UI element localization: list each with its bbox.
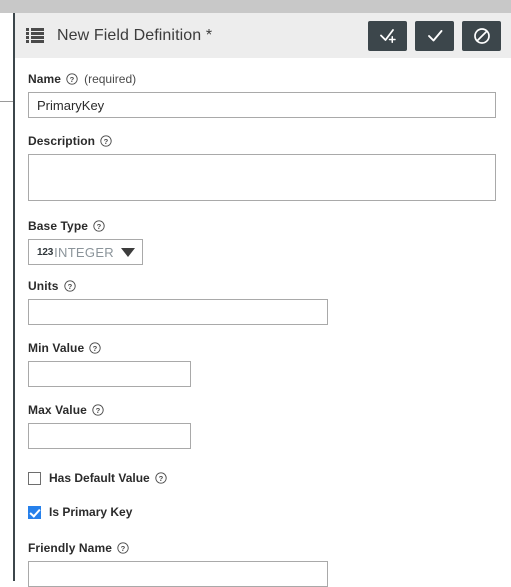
- check-icon: [425, 27, 445, 45]
- base-type-select[interactable]: 123 INTEGER: [28, 239, 143, 265]
- is-primary-key-label[interactable]: Is Primary Key: [49, 505, 132, 519]
- field-units-label-text: Units: [28, 279, 59, 293]
- field-min-value-label-text: Min Value: [28, 341, 85, 355]
- name-input[interactable]: [28, 92, 496, 118]
- question-circle-icon[interactable]: ?: [155, 472, 167, 484]
- field-name-label-text: Name: [28, 72, 62, 86]
- svg-text:?: ?: [70, 75, 75, 84]
- list-icon: [26, 27, 44, 44]
- field-friendly-name-label: Friendly Name ?: [28, 541, 511, 555]
- has-default-value-label[interactable]: Has Default Value ?: [49, 471, 167, 485]
- left-rail: [0, 13, 13, 581]
- field-name: Name ? (required): [28, 72, 511, 118]
- header-actions: [368, 20, 503, 51]
- is-primary-key-row[interactable]: Is Primary Key: [28, 503, 511, 521]
- has-default-value-label-text: Has Default Value: [49, 471, 150, 485]
- question-circle-icon[interactable]: ?: [89, 342, 101, 354]
- field-base-type-label: Base Type ?: [28, 219, 511, 233]
- svg-text:?: ?: [96, 406, 101, 415]
- base-type-numeric-badge: 123: [37, 246, 54, 258]
- field-base-type-label-text: Base Type: [28, 219, 89, 233]
- check-plus-icon: [378, 27, 398, 45]
- has-default-value-row[interactable]: Has Default Value ?: [28, 469, 511, 487]
- question-circle-icon[interactable]: ?: [63, 280, 76, 292]
- save-and-add-button[interactable]: [368, 20, 407, 51]
- question-circle-icon[interactable]: ?: [100, 135, 112, 147]
- question-circle-icon[interactable]: ?: [66, 73, 78, 85]
- field-definition-form: Name ? (required) Description ?: [15, 58, 511, 587]
- friendly-name-input[interactable]: [28, 561, 328, 587]
- page-title: New Field Definition *: [57, 26, 213, 44]
- svg-text:?: ?: [121, 544, 126, 553]
- field-description-label-text: Description: [28, 134, 96, 148]
- question-circle-icon[interactable]: ?: [92, 404, 104, 416]
- question-circle-icon[interactable]: ?: [93, 220, 105, 232]
- max-value-input[interactable]: [28, 423, 191, 449]
- field-name-label: Name ? (required): [28, 72, 511, 86]
- svg-text:?: ?: [93, 344, 98, 353]
- field-friendly-name-label-text: Friendly Name: [28, 541, 112, 555]
- svg-text:?: ?: [104, 137, 109, 146]
- panel-header: New Field Definition *: [15, 13, 511, 58]
- save-button[interactable]: [415, 20, 454, 51]
- new-field-definition-panel: New Field Definition * Name ? (required)…: [15, 13, 511, 587]
- field-min-value: Min Value ?: [28, 341, 511, 387]
- field-name-required-note: (required): [84, 72, 137, 86]
- field-base-type: Base Type ? 123 INTEGER: [28, 219, 511, 265]
- rail-divider: [0, 101, 13, 102]
- svg-text:?: ?: [158, 474, 163, 483]
- cancel-button[interactable]: [462, 20, 501, 51]
- field-units-label: Units ?: [28, 279, 511, 293]
- block-icon: [472, 26, 492, 46]
- field-description: Description ?: [28, 134, 511, 201]
- field-max-value-label: Max Value ?: [28, 403, 511, 417]
- has-default-value-checkbox[interactable]: [28, 471, 41, 485]
- window-top-strip: [0, 0, 511, 13]
- base-type-value: INTEGER: [54, 244, 114, 260]
- min-value-input[interactable]: [28, 361, 191, 387]
- field-max-value-label-text: Max Value: [28, 403, 87, 417]
- question-circle-icon[interactable]: ?: [117, 542, 129, 554]
- is-primary-key-checkbox[interactable]: [28, 505, 41, 519]
- svg-text:?: ?: [97, 222, 102, 231]
- field-max-value: Max Value ?: [28, 403, 511, 449]
- field-description-label: Description ?: [28, 134, 511, 148]
- svg-text:?: ?: [67, 282, 72, 291]
- description-textarea[interactable]: [28, 154, 496, 201]
- field-friendly-name: Friendly Name ?: [28, 541, 511, 587]
- chevron-down-icon: [120, 247, 135, 257]
- units-input[interactable]: [28, 299, 328, 325]
- field-min-value-label: Min Value ?: [28, 341, 511, 355]
- is-primary-key-label-text: Is Primary Key: [49, 505, 133, 519]
- field-units: Units ?: [28, 279, 511, 325]
